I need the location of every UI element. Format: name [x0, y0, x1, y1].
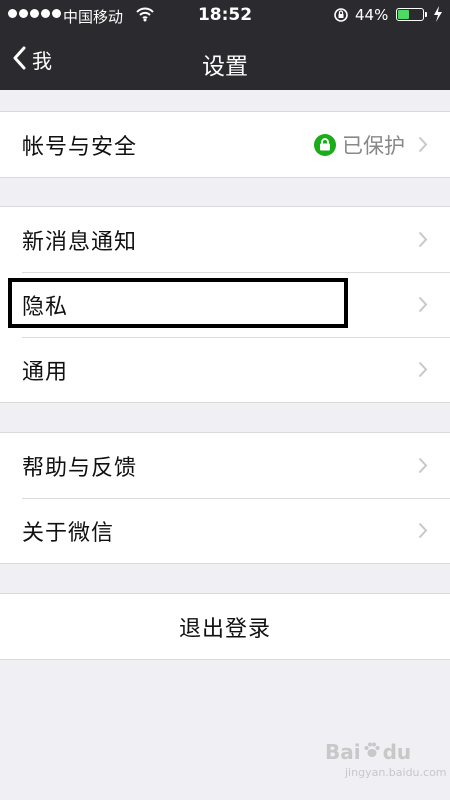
chevron-right-icon [418, 296, 428, 317]
help-feedback-row[interactable]: 帮助与反馈 [0, 433, 450, 498]
logout-label: 退出登录 [178, 616, 271, 642]
paw-icon [363, 740, 381, 764]
watermark-url: jingyan.baidu.com [345, 766, 447, 779]
general-row[interactable]: 通用 [0, 337, 450, 402]
baidu-watermark: Bai du jingyan.baidu.com [325, 740, 447, 779]
protection-status-text: 已保护 [342, 133, 405, 158]
battery-level-fill [398, 10, 409, 19]
battery-tip [425, 12, 427, 17]
page-title: 设置 [202, 54, 248, 80]
account-security-row[interactable]: 帐号与安全 已保护 [0, 112, 450, 177]
row-label: 通用 [22, 359, 69, 385]
chevron-right-icon [418, 522, 428, 543]
chevron-right-icon [418, 231, 428, 252]
logout-button[interactable]: 退出登录 [0, 594, 450, 659]
about-wechat-row[interactable]: 关于微信 [0, 498, 450, 563]
protection-status: 已保护 [314, 130, 405, 160]
chevron-right-icon [418, 361, 428, 382]
rotation-lock-icon [333, 7, 349, 27]
chevron-right-icon [418, 457, 428, 478]
logout-group: 退出登录 [0, 593, 450, 660]
watermark-paw-text: du [382, 740, 412, 764]
new-message-notification-row[interactable]: 新消息通知 [0, 207, 450, 272]
lock-icon [314, 133, 336, 156]
privacy-highlight-box [8, 278, 348, 328]
row-label: 新消息通知 [22, 229, 138, 255]
settings-group-help: 帮助与反馈 关于微信 [0, 432, 450, 564]
chevron-right-icon [418, 136, 428, 157]
battery-percent: 44% [355, 6, 389, 24]
status-bar: 中国移动 18:52 44% [0, 0, 450, 30]
row-label: 关于微信 [22, 520, 115, 546]
row-label: 帮助与反馈 [22, 455, 138, 481]
navigation-bar: 我 设置 [0, 30, 450, 90]
settings-group-account: 帐号与安全 已保护 [0, 111, 450, 178]
charging-bolt-icon [433, 6, 443, 26]
watermark-text: Bai [325, 740, 361, 764]
row-label: 帐号与安全 [22, 134, 138, 160]
battery-icon [396, 8, 424, 21]
